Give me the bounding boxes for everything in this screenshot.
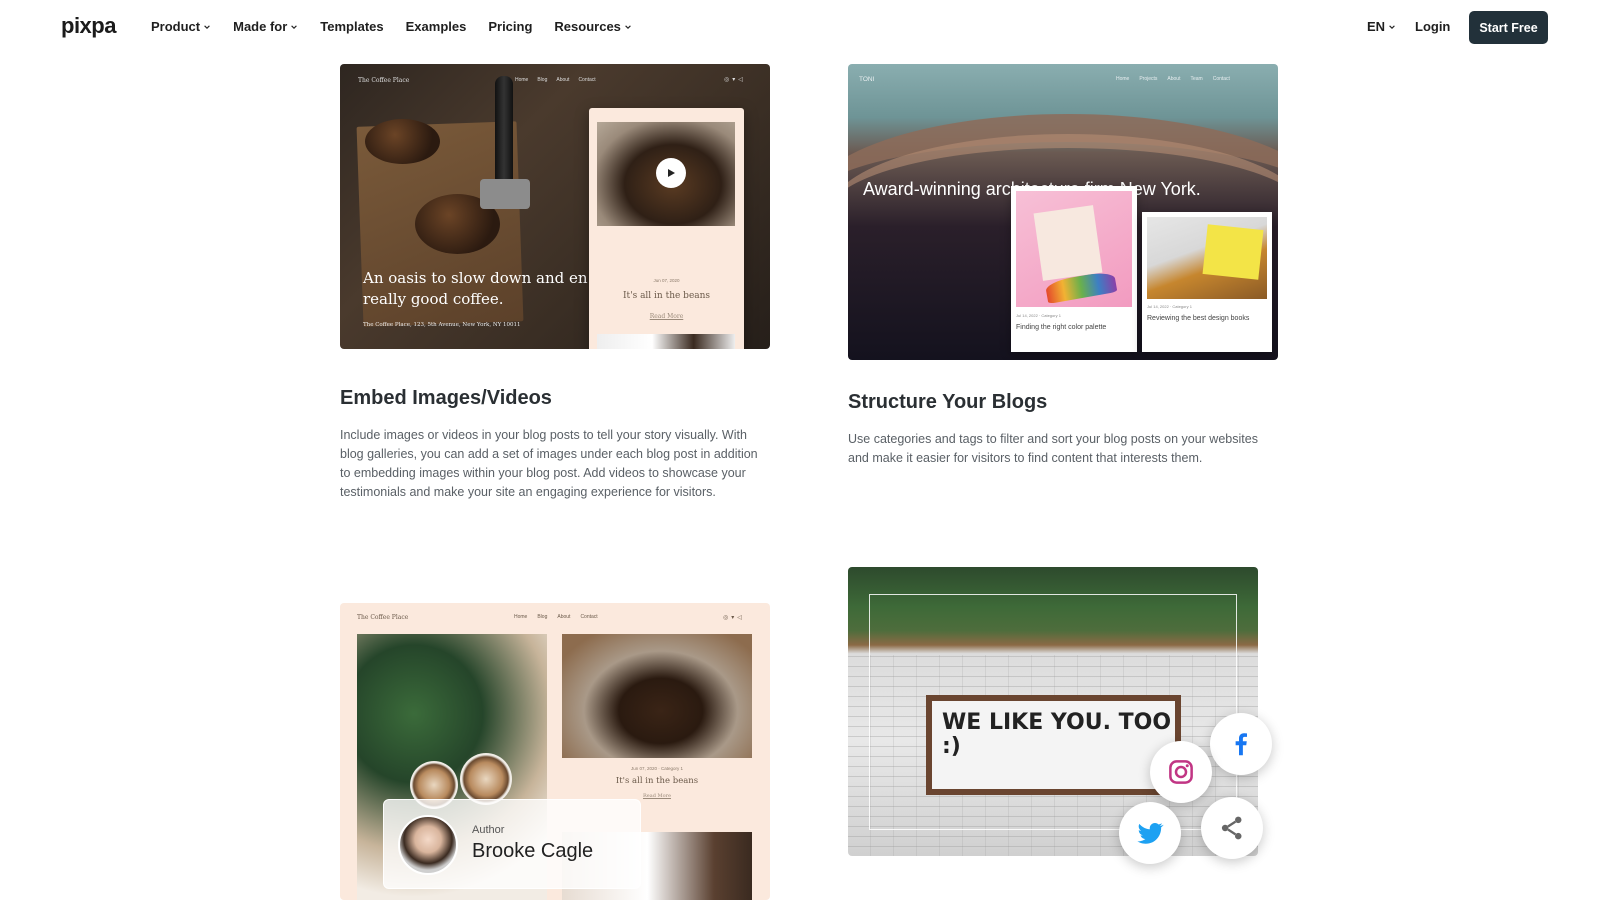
preview-hero-text: An oasis to slow down and en really good… bbox=[363, 269, 588, 308]
preview-nav-link: Team bbox=[1190, 76, 1203, 82]
top-nav: pixpa Product Made for Templates Example… bbox=[0, 0, 1600, 56]
post-date: Jun 07, 2020 · Category 1 bbox=[630, 766, 684, 771]
post-image bbox=[597, 122, 735, 226]
post-image bbox=[1147, 217, 1267, 299]
preview-post-card: Jun 07, 2020 It's all in the beans Read … bbox=[589, 108, 744, 349]
author-name: Brooke Cagle bbox=[472, 840, 594, 862]
latte-cup bbox=[460, 753, 512, 805]
blog-post-card: Jul 14, 2022 · Category 1 Finding the ri… bbox=[1011, 186, 1137, 352]
preview-social-icons: ◎▾◁ bbox=[723, 615, 745, 621]
preview-nav-link: Contact bbox=[580, 614, 598, 620]
feature-title: Structure Your Blogs bbox=[848, 391, 1048, 413]
embed-media-preview-image: The Coffee Place Home Blog About Contact… bbox=[340, 64, 770, 349]
post-meta: Jul 14, 2022 · Category 1 bbox=[1147, 304, 1192, 309]
post-title: It's all in the beans bbox=[615, 776, 699, 786]
main-menu: Product Made for Templates Examples Pric… bbox=[151, 19, 632, 34]
structure-blogs-preview-image: TONI Home Projects About Team Contact Aw… bbox=[848, 64, 1278, 360]
chevron-down-icon bbox=[203, 23, 211, 31]
menu-made-for[interactable]: Made for bbox=[233, 19, 298, 34]
coffee-beans-photo bbox=[562, 634, 752, 758]
author-label: Author bbox=[472, 824, 505, 836]
menu-product-label: Product bbox=[151, 19, 201, 34]
avatar bbox=[398, 815, 458, 875]
post-title: Reviewing the best design books bbox=[1147, 315, 1250, 322]
portafilter-handle bbox=[495, 76, 513, 186]
feature-title: Embed Images/Videos bbox=[340, 387, 552, 409]
menu-pricing[interactable]: Pricing bbox=[488, 19, 532, 34]
facebook-icon bbox=[1210, 713, 1272, 775]
wall-sign: WE LIKE YOU. TOO :) bbox=[926, 695, 1181, 795]
menu-pricing-label: Pricing bbox=[488, 19, 533, 34]
preview-nav-link: Contact bbox=[578, 77, 596, 83]
login-link[interactable]: Login bbox=[1415, 19, 1450, 34]
feature-description: Include images or videos in your blog po… bbox=[340, 428, 758, 499]
preview-social-icons: ◎▾◁ bbox=[724, 77, 746, 83]
preview-nav-link: Home bbox=[514, 614, 528, 620]
next-post-image bbox=[597, 334, 735, 349]
post-image bbox=[1016, 191, 1132, 307]
menu-made-for-label: Made for bbox=[233, 19, 288, 34]
sign-text: WE LIKE YOU. TOO :) bbox=[942, 710, 1172, 759]
preview-nav: Home Blog About Contact bbox=[514, 614, 598, 620]
preview-nav-link: Projects bbox=[1139, 76, 1158, 82]
menu-resources-label: Resources bbox=[554, 19, 621, 34]
post-title: It's all in the beans bbox=[622, 291, 711, 301]
instagram-icon bbox=[1150, 741, 1212, 803]
menu-examples[interactable]: Examples bbox=[406, 19, 467, 34]
preview-nav-link: Home bbox=[515, 77, 529, 83]
menu-templates[interactable]: Templates bbox=[320, 19, 383, 34]
language-label: EN bbox=[1367, 19, 1386, 34]
preview-nav: Home Projects About Team Contact bbox=[1116, 76, 1230, 82]
preview-nav: Home Blog About Contact bbox=[515, 77, 596, 83]
preview-nav-link: About bbox=[1167, 76, 1181, 82]
preview-nav-link: About bbox=[556, 77, 570, 83]
author-card: Author Brooke Cagle bbox=[383, 799, 641, 889]
preview-nav-link: Blog bbox=[537, 77, 548, 83]
blog-post-card: Jul 14, 2022 · Category 1 Reviewing the … bbox=[1142, 212, 1272, 352]
preview-nav-link: Contact bbox=[1212, 76, 1230, 82]
portafilter bbox=[480, 179, 530, 209]
menu-resources[interactable]: Resources bbox=[554, 19, 631, 34]
preview-nav-link: Blog bbox=[537, 614, 548, 620]
preview-brand: The Coffee Place bbox=[358, 77, 410, 84]
feature-description: Use categories and tags to filter and so… bbox=[848, 432, 1258, 465]
ground-coffee bbox=[365, 119, 440, 164]
menu-templates-label: Templates bbox=[320, 19, 384, 34]
language-selector[interactable]: EN bbox=[1367, 19, 1396, 34]
preview-nav-link: Home bbox=[1116, 76, 1130, 82]
read-more-link: Read More bbox=[649, 313, 684, 320]
pixpa-logo[interactable]: pixpa bbox=[61, 13, 116, 39]
preview-address: The Coffee Place, 123, 5th Avenue, New Y… bbox=[363, 322, 521, 328]
preview-nav-link: About bbox=[557, 614, 571, 620]
post-meta: Jul 14, 2022 · Category 1 bbox=[1016, 313, 1061, 318]
start-free-button[interactable]: Start Free bbox=[1469, 11, 1548, 44]
menu-examples-label: Examples bbox=[405, 19, 467, 34]
post-title: Finding the right color palette bbox=[1016, 324, 1107, 331]
twitter-icon bbox=[1119, 802, 1181, 864]
social-sharing-preview-image: WE LIKE YOU. TOO :) bbox=[848, 567, 1258, 856]
menu-product[interactable]: Product bbox=[151, 19, 211, 34]
chevron-down-icon bbox=[624, 23, 632, 31]
preview-brand: TONI bbox=[859, 76, 875, 83]
chevron-down-icon bbox=[290, 23, 298, 31]
chevron-down-icon bbox=[1388, 23, 1396, 31]
blog-author-preview-image: The Coffee Place Home Blog About Contact… bbox=[340, 603, 770, 900]
post-date: Jun 07, 2020 bbox=[653, 278, 680, 283]
share-icon bbox=[1201, 797, 1263, 859]
play-icon bbox=[656, 158, 686, 188]
preview-brand: The Coffee Place bbox=[357, 614, 409, 621]
